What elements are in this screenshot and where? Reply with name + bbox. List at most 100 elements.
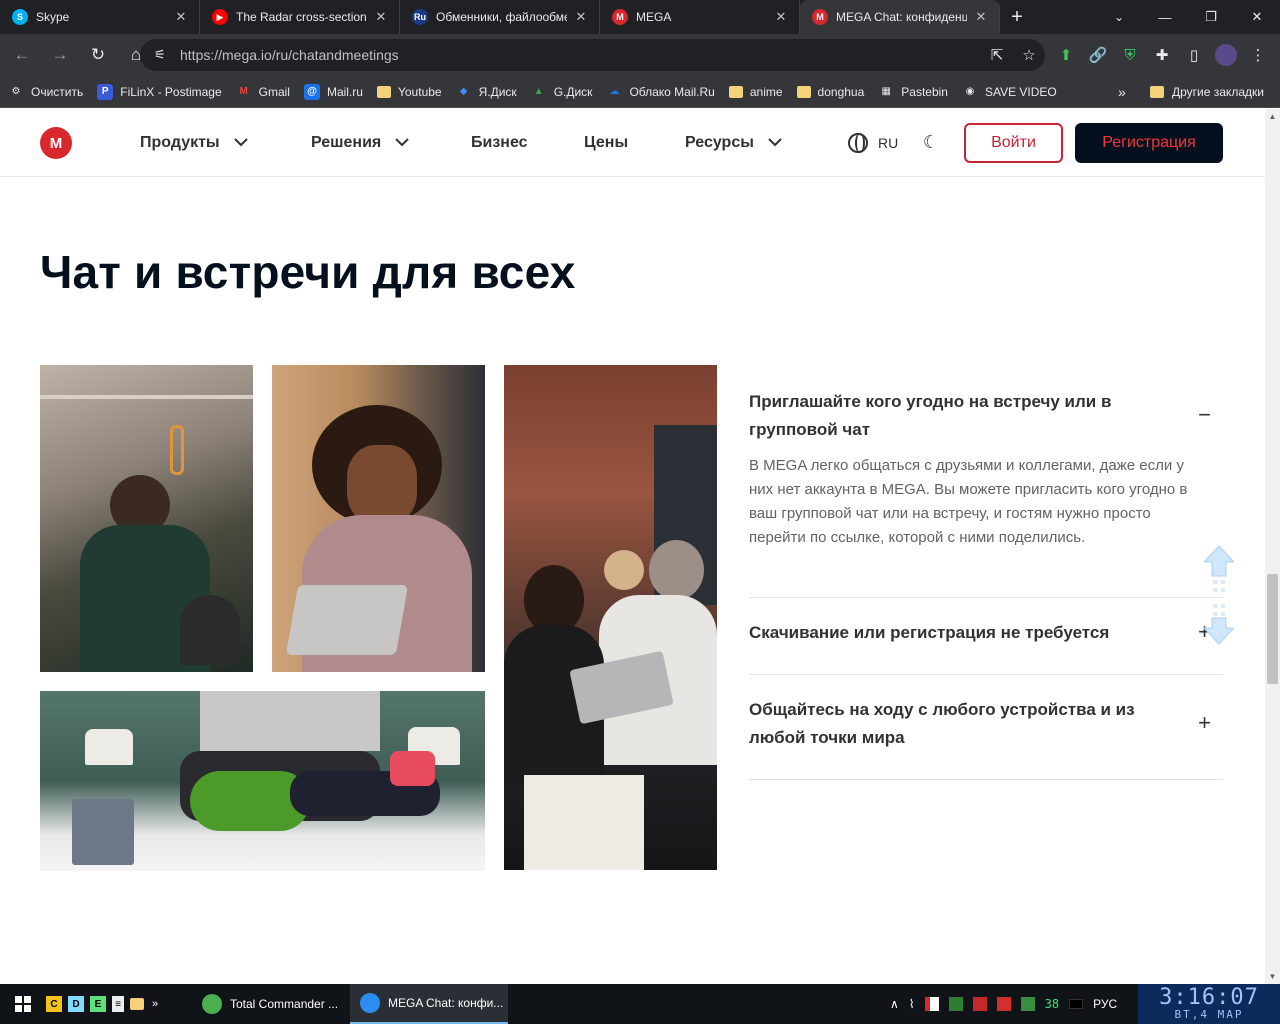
tab-close-icon[interactable]: ✕ (973, 9, 989, 25)
paperclip-icon[interactable]: ⌇ (909, 997, 915, 1011)
nav-label: Цены (584, 134, 629, 151)
reload-icon[interactable]: ↻ (82, 39, 114, 71)
tray-app-icon[interactable] (924, 997, 939, 1011)
taskbar-task-1[interactable]: Total Commander ... (192, 984, 350, 1024)
bookmark-4[interactable]: @ Mail.ru (303, 83, 363, 100)
accordion-body: В MEGA легко общаться с друзьями и колле… (749, 457, 1188, 546)
puzzle-icon[interactable]: ✚ (1146, 39, 1178, 71)
tab-3[interactable]: Ru Обменники, файлообме ✕ (400, 0, 600, 34)
tab-close-icon[interactable]: ✕ (373, 9, 389, 25)
shield-extension-icon[interactable]: ⛨ (1114, 39, 1146, 71)
other-bookmarks[interactable]: Другие закладки (1150, 76, 1264, 108)
new-tab-icon[interactable]: + (1000, 0, 1034, 34)
tab-2[interactable]: ▶ The Radar cross-section c ✕ (200, 0, 400, 34)
share-icon[interactable]: ⇱ (981, 46, 1013, 64)
bookmark-label: SAVE VIDEO (984, 84, 1057, 99)
bookmark-star-icon[interactable]: ☆ (1013, 46, 1045, 64)
scroll-down-icon[interactable]: ▼ (1265, 969, 1280, 984)
tab-title: MEGA (636, 10, 672, 24)
tray-app-icon[interactable] (972, 997, 987, 1011)
tray-app-icon[interactable] (996, 997, 1011, 1011)
globe-icon: ◉ (965, 86, 975, 97)
scroll-arrows-overlay-icon[interactable] (1204, 546, 1234, 644)
drive-d-icon[interactable]: D (68, 996, 84, 1012)
accordion-item-1[interactable]: Приглашайте кого угодно на встречу или в… (749, 388, 1223, 550)
profile-avatar-icon[interactable] (1210, 39, 1242, 71)
bookmark-12[interactable]: ◉ SAVE VIDEO (962, 84, 1057, 100)
bookmark-1[interactable]: ⚙ Очистить (8, 84, 84, 100)
mega-logo[interactable]: M (40, 127, 72, 159)
bookmark-8[interactable]: ☁ Облако Mail.Ru (606, 84, 714, 100)
address-bar[interactable]: ⚟ https://mega.io/ru/chatandmeetings ⇱ ☆ (140, 39, 1045, 71)
accordion-title[interactable]: Приглашайте кого угодно на встречу или в… (749, 388, 1169, 444)
login-button[interactable]: Войти (964, 123, 1063, 163)
nav-item-3[interactable]: Бизнес (471, 109, 528, 177)
expand-plus-icon[interactable]: + (1198, 710, 1211, 736)
system-clock[interactable]: 3:16:07 ВТ,4 МАР (1138, 984, 1280, 1024)
nav-item-4[interactable]: Цены (584, 109, 628, 177)
page-scrollbar[interactable]: ▲ ▼ (1265, 109, 1280, 984)
restore-icon[interactable]: ❐ (1188, 0, 1234, 34)
nav-item-2[interactable]: Решения (311, 109, 409, 177)
upload-extension-icon[interactable]: ⬆ (1050, 39, 1082, 71)
notepad-icon[interactable]: ≡ (112, 996, 124, 1012)
forward-icon[interactable]: → (44, 39, 76, 71)
language-selector[interactable]: RU (848, 109, 898, 177)
dark-mode-toggle-icon[interactable]: ☾ (920, 131, 942, 153)
tab-1[interactable]: S Skype ✕ (0, 0, 200, 34)
accordion-item-3[interactable]: Общайтесь на ходу с любого устройства и … (749, 696, 1223, 752)
chevron-down-icon (768, 136, 782, 150)
tab-4[interactable]: M MEGA ✕ (600, 0, 800, 34)
skype-icon: S (12, 9, 28, 25)
task-label: Total Commander ... (230, 997, 339, 1011)
register-button[interactable]: Регистрация (1075, 123, 1223, 163)
tab-search-icon[interactable]: ⌄ (1104, 0, 1134, 34)
side-panel-icon[interactable]: ▯ (1178, 39, 1210, 71)
scroll-up-icon[interactable]: ▲ (1265, 109, 1280, 124)
window-controls: — ❐ ✕ (1142, 0, 1280, 34)
input-language[interactable]: РУС (1093, 997, 1117, 1011)
close-window-icon[interactable]: ✕ (1234, 0, 1280, 34)
bookmark-7[interactable]: ▲ G.Диск (531, 84, 593, 100)
accordion-item-2[interactable]: Скачивание или регистрация не требуется + (749, 619, 1223, 647)
nav-item-1[interactable]: Продукты (140, 109, 248, 177)
bookmark-3[interactable]: M Gmail (236, 84, 290, 100)
tab-5[interactable]: M MEGA Chat: конфиденц ✕ (800, 0, 1000, 34)
tray-app-icon[interactable] (948, 997, 963, 1011)
tab-close-icon[interactable]: ✕ (773, 9, 789, 25)
menu-dots-icon[interactable]: ⋮ (1242, 39, 1274, 71)
bookmarks-more-icon[interactable]: » (1118, 76, 1126, 108)
link-extension-icon[interactable]: 🔗 (1082, 39, 1114, 71)
collapse-minus-icon[interactable]: − (1198, 402, 1211, 428)
windows-start-icon[interactable] (0, 984, 46, 1024)
bookmark-11[interactable]: ▦ Pastebin (878, 84, 948, 100)
tab-close-icon[interactable]: ✕ (173, 9, 189, 25)
accordion-title[interactable]: Общайтесь на ходу с любого устройства и … (749, 696, 1169, 752)
site-info-icon[interactable]: ⚟ (154, 47, 170, 63)
drive-c-icon[interactable]: C (46, 996, 62, 1012)
clock-time: 3:16:07 (1159, 985, 1259, 1010)
nav-item-5[interactable]: Ресурсы (685, 109, 782, 177)
taskbar-task-2[interactable]: MEGA Chat: конфи... (350, 984, 508, 1024)
drive-e-icon[interactable]: E (90, 996, 106, 1012)
tab-close-icon[interactable]: ✕ (573, 9, 589, 25)
accordion-title[interactable]: Скачивание или регистрация не требуется (749, 619, 1169, 647)
bookmark-label: Pastebin (901, 84, 948, 99)
bookmark-label: Gmail (258, 84, 290, 99)
folder-icon[interactable] (130, 998, 144, 1010)
tray-app-icon[interactable] (1069, 999, 1084, 1009)
tray-expand-icon[interactable]: ∧ (890, 997, 899, 1011)
chevron-down-icon (395, 136, 409, 150)
taskbar-more-icon[interactable]: » (152, 998, 158, 1010)
bookmark-9[interactable]: anime (728, 85, 783, 99)
back-icon[interactable]: ← (6, 39, 38, 71)
bookmark-6[interactable]: ◆ Я.Диск (456, 84, 517, 100)
tab-title: Обменники, файлообме (436, 10, 567, 24)
tray-app-icon[interactable] (1020, 997, 1035, 1011)
bookmark-10[interactable]: donghua (796, 85, 864, 99)
bookmark-2[interactable]: P FiLinX - Postimage (97, 83, 222, 100)
minimize-icon[interactable]: — (1142, 0, 1188, 34)
scrollbar-thumb[interactable] (1267, 574, 1278, 684)
tray-counter[interactable]: 38 (1045, 997, 1059, 1011)
bookmark-5[interactable]: Youtube (376, 85, 442, 99)
